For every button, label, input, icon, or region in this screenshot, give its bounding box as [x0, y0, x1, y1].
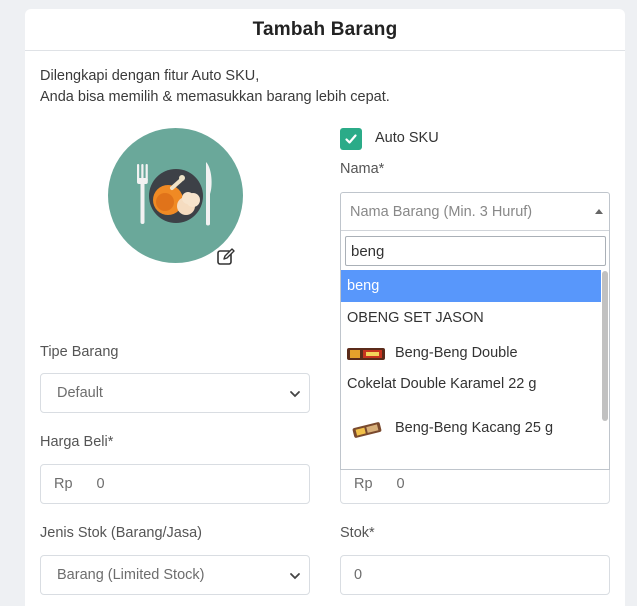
check-icon	[345, 134, 357, 144]
beng-beng-kacang-wrapper-icon	[352, 422, 382, 438]
option-beng-beng-double-line1: Beng-Beng Double	[395, 345, 518, 361]
description-line-2: Anda bisa memilih & memasukkan barang le…	[40, 89, 390, 105]
auto-sku-checkbox[interactable]	[340, 128, 362, 150]
plate-food-icon	[108, 128, 243, 263]
card-header: Tambah Barang	[25, 9, 625, 51]
harga-jual-prefix: Rp	[354, 476, 373, 492]
jenis-stok-value: Barang (Limited Stock)	[57, 567, 205, 583]
option-beng-beng-kacang[interactable]: Beng-Beng Kacang 25 g	[341, 414, 601, 470]
stok-input[interactable]: 0	[340, 555, 610, 595]
chevron-down-icon	[290, 391, 300, 398]
jenis-stok-label: Jenis Stok (Barang/Jasa)	[40, 525, 202, 541]
beng-beng-double-wrapper-icon	[347, 348, 385, 360]
page-title: Tambah Barang	[252, 18, 398, 40]
tipe-barang-value: Default	[57, 385, 103, 401]
caret-up-icon[interactable]	[595, 209, 603, 214]
dropdown-scrollbar[interactable]	[602, 271, 608, 421]
nama-options-list: beng OBENG SET JASON Beng-Beng Double Co…	[341, 270, 601, 470]
option-obeng-set-jason[interactable]: OBENG SET JASON	[341, 302, 601, 334]
harga-jual-value: 0	[396, 476, 405, 492]
stok-value: 0	[354, 567, 363, 583]
option-beng-beng-kacang-line1: Beng-Beng Kacang 25 g	[395, 420, 554, 436]
tipe-barang-label: Tipe Barang	[40, 344, 119, 360]
nama-label: Nama*	[340, 161, 385, 177]
chevron-down-icon	[290, 573, 300, 580]
tipe-barang-select[interactable]: Default	[40, 373, 310, 413]
nama-select-dropdown[interactable]: Nama Barang (Min. 3 Huruf) beng beng OBE…	[340, 192, 610, 470]
description: Dilengkapi dengan fitur Auto SKU, Anda b…	[40, 66, 390, 108]
stok-label: Stok*	[340, 525, 375, 541]
option-beng[interactable]: beng	[341, 270, 601, 302]
harga-jual-input[interactable]: Rp 0	[340, 464, 610, 504]
option-beng-beng-double-line2: Cokelat Double Karamel 22 g	[347, 376, 537, 392]
jenis-stok-select[interactable]: Barang (Limited Stock)	[40, 555, 310, 595]
auto-sku-label: Auto SKU	[375, 130, 439, 146]
description-line-1: Dilengkapi dengan fitur Auto SKU,	[40, 68, 260, 84]
add-item-card: Tambah Barang Dilengkapi dengan fitur Au…	[25, 9, 625, 606]
edit-icon[interactable]	[216, 247, 236, 267]
harga-beli-value: 0	[96, 476, 105, 492]
item-image-avatar[interactable]	[108, 128, 243, 263]
harga-beli-input[interactable]: Rp 0	[40, 464, 310, 504]
harga-beli-label: Harga Beli*	[40, 434, 114, 450]
nama-select[interactable]: Nama Barang (Min. 3 Huruf)	[341, 193, 609, 231]
harga-beli-prefix: Rp	[54, 476, 73, 492]
option-beng-beng-double[interactable]: Beng-Beng Double Cokelat Double Karamel …	[341, 334, 601, 414]
nama-search-input[interactable]: beng	[345, 236, 606, 266]
nama-placeholder: Nama Barang (Min. 3 Huruf)	[350, 203, 533, 220]
nama-search-value: beng	[351, 242, 385, 260]
